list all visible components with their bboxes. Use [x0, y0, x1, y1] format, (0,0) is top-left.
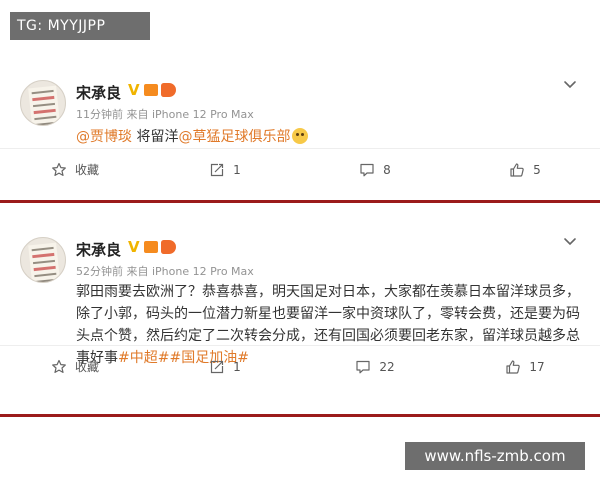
level-badge-icon — [144, 241, 158, 253]
comment-button[interactable]: 22 — [300, 346, 450, 387]
post-text: 将留洋 — [132, 129, 179, 145]
comment-count: 8 — [383, 162, 391, 177]
avatar[interactable] — [20, 80, 66, 126]
like-icon — [506, 359, 521, 374]
repost-icon — [211, 163, 224, 176]
divider — [0, 414, 600, 417]
action-bar: 收藏 1 22 17 — [0, 345, 600, 387]
save-label: 收藏 — [74, 360, 99, 374]
repost-count: 1 — [233, 359, 241, 374]
post-meta: 52分钟前 来自 iPhone 12 Pro Max — [76, 265, 254, 278]
username[interactable]: 宋承良 — [76, 239, 121, 260]
repost-icon — [211, 360, 224, 373]
weibo-post: 宋承良 V 52分钟前 来自 iPhone 12 Pro Max 郭田雨要去欧洲… — [0, 225, 600, 387]
save-button[interactable]: 收藏 — [0, 346, 150, 387]
mention-link[interactable]: @草猛足球俱乐部 — [178, 129, 290, 145]
chevron-down-icon[interactable] — [562, 76, 578, 92]
like-button[interactable]: 5 — [450, 149, 600, 190]
level-badge-icon — [144, 84, 158, 96]
comment-icon — [356, 360, 370, 373]
like-icon — [510, 162, 524, 177]
username[interactable]: 宋承良 — [76, 82, 121, 103]
comment-button[interactable]: 8 — [300, 149, 450, 190]
like-count: 5 — [533, 162, 541, 177]
post-meta: 11分钟前 来自 iPhone 12 Pro Max — [76, 108, 254, 121]
avatar[interactable] — [20, 237, 66, 283]
comment-count: 22 — [379, 359, 395, 374]
post-content: @贾博琰 将留洋@草猛足球俱乐部 — [76, 126, 578, 148]
horn-badge-icon — [161, 240, 176, 254]
action-bar: 收藏 1 8 5 — [0, 148, 600, 190]
chevron-down-icon[interactable] — [562, 233, 578, 249]
watermark-bottom: www.nfls-zmb.com — [405, 442, 585, 470]
horn-badge-icon — [161, 83, 176, 97]
repost-button[interactable]: 1 — [150, 346, 300, 387]
star-icon — [52, 359, 66, 373]
verified-badge-icon: V — [128, 238, 140, 256]
divider — [0, 200, 600, 203]
star-icon — [52, 162, 66, 176]
like-button[interactable]: 17 — [450, 346, 600, 387]
smile-emoji-icon — [292, 128, 309, 144]
watermark-top: TG: MYYJJPP — [10, 12, 150, 40]
like-count: 17 — [529, 359, 545, 374]
weibo-post: 宋承良 V 11分钟前 来自 iPhone 12 Pro Max @贾博琰 将留… — [0, 68, 600, 190]
verified-badge-icon: V — [128, 81, 140, 99]
mention-link[interactable]: @贾博琰 — [76, 129, 132, 145]
repost-button[interactable]: 1 — [150, 149, 300, 190]
comment-icon — [360, 163, 374, 176]
save-label: 收藏 — [74, 163, 99, 177]
save-button[interactable]: 收藏 — [0, 149, 150, 190]
repost-count: 1 — [233, 162, 241, 177]
